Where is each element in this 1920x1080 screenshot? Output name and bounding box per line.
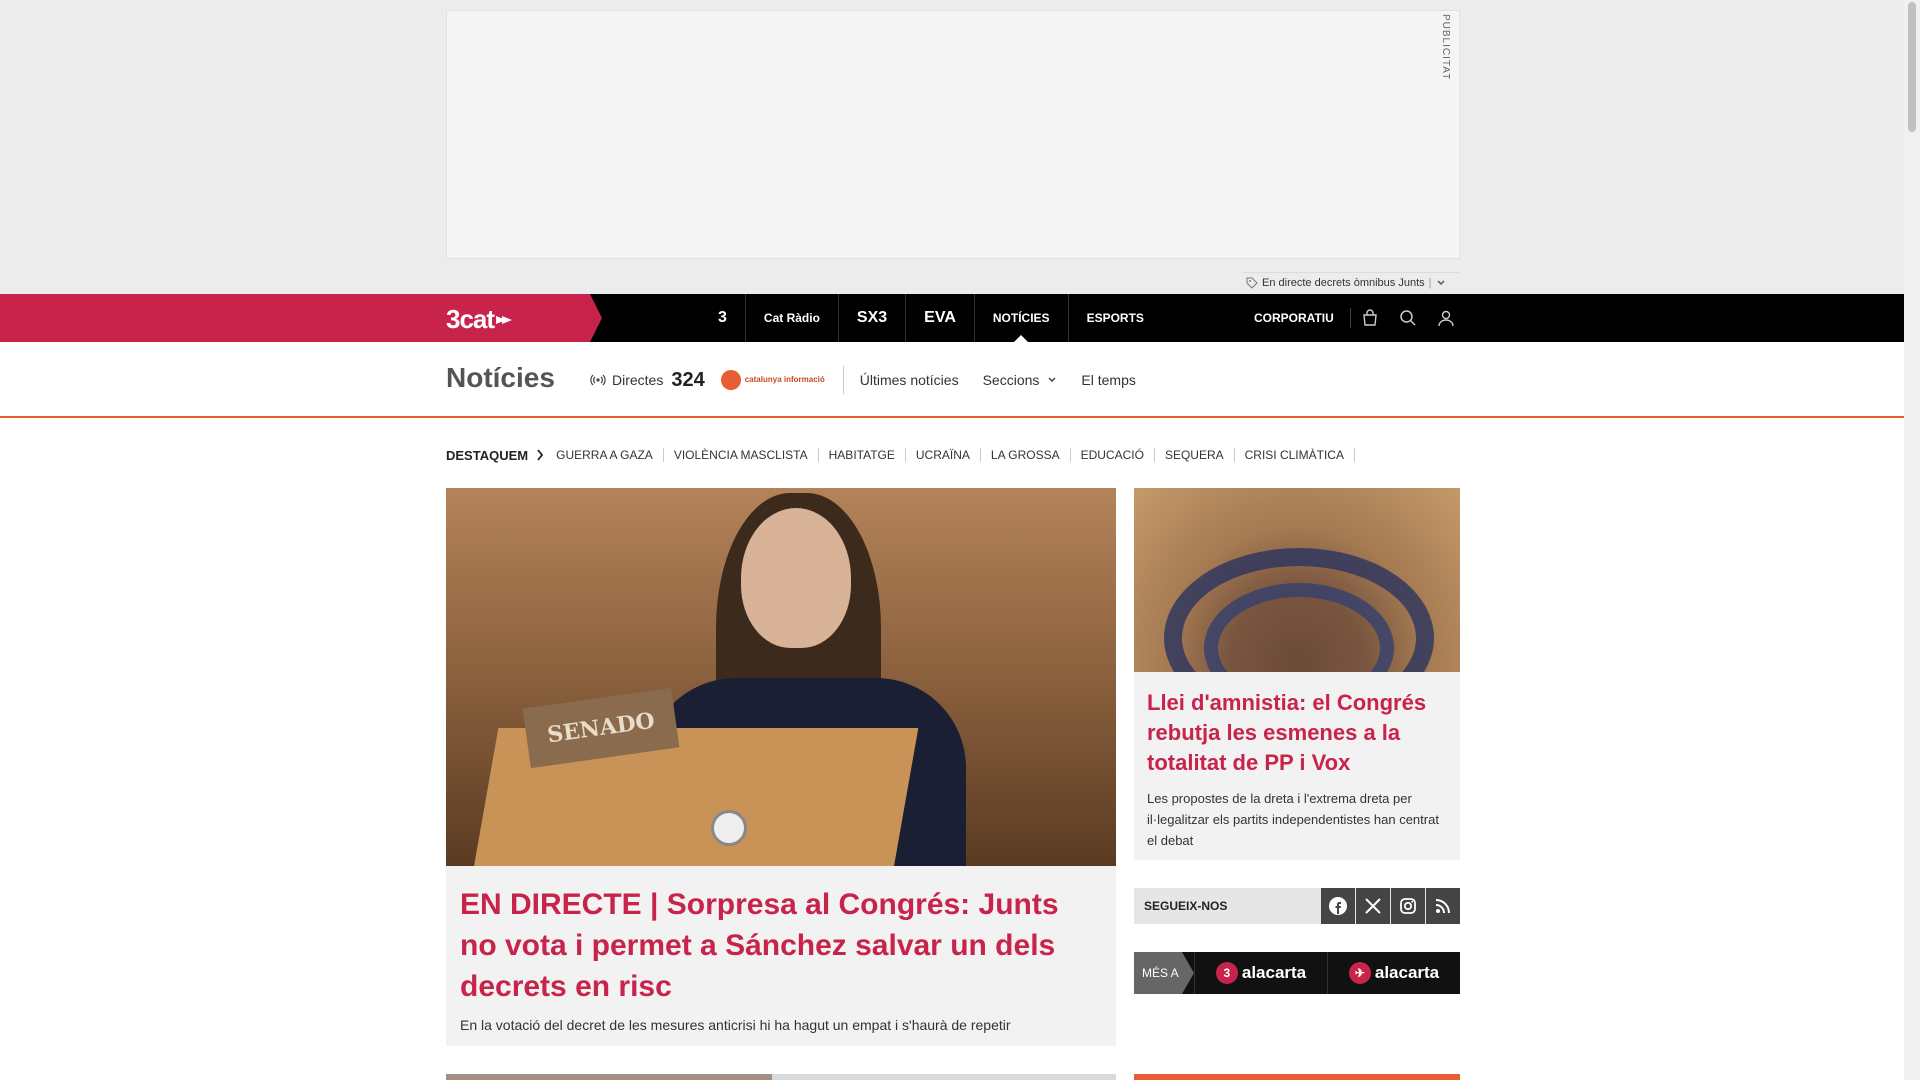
follow-us-label: SEGUEIX-NOS — [1144, 899, 1228, 913]
shop-icon[interactable] — [1351, 294, 1389, 342]
highlights-label[interactable]: DESTAQUEM — [446, 448, 544, 463]
channel-noticies[interactable]: NOTÍCIES — [975, 294, 1069, 342]
page-title[interactable]: Notícies — [446, 362, 555, 394]
latest-news-link[interactable]: Últimes notícies — [860, 372, 959, 388]
highlight-item[interactable]: GUERRA A GAZA — [556, 448, 664, 462]
highlights-title: DESTAQUEM — [446, 447, 529, 463]
brand-logo[interactable]: 3cat — [446, 304, 514, 335]
more-at-label: MÉS A — [1134, 952, 1194, 994]
main-article-headline[interactable]: EN DIRECTE | Sorpresa al Congrés: Junts … — [460, 884, 1102, 1007]
arrow-icon — [496, 315, 513, 324]
highlight-item[interactable]: SEQUERA — [1155, 448, 1235, 462]
corporate-link[interactable]: CORPORATIU — [1238, 308, 1351, 328]
main-article-image[interactable]: SENADO — [446, 488, 1116, 866]
directes-label: Directes — [612, 372, 664, 388]
highlight-item[interactable]: LA GROSSA — [981, 448, 1071, 462]
next-widget[interactable] — [1134, 1074, 1460, 1080]
chevron-down-icon — [1048, 377, 1056, 383]
broadcast-icon — [590, 374, 606, 386]
highlight-item[interactable]: EDUCACIÓ — [1071, 448, 1155, 462]
catradio-alacarta-label: alacarta — [1374, 963, 1440, 982]
catinfo-icon — [720, 370, 741, 390]
image-figure-face — [741, 508, 851, 648]
channel-esports-label: ESPORTS — [1086, 311, 1144, 325]
channel-catradio[interactable]: Cat Ràdio — [746, 294, 839, 342]
channel-eva[interactable]: EVA — [906, 294, 975, 342]
highlight-item[interactable]: CRISI CLIMÀTICA — [1235, 448, 1355, 462]
highlight-item[interactable]: VIOLÈNCIA MASCLISTA — [664, 448, 819, 462]
sections-dropdown[interactable]: Seccions — [983, 372, 1058, 388]
side-article-headline[interactable]: Llei d'amnistia: el Congrés rebutja les … — [1147, 688, 1447, 778]
highlights-bar: DESTAQUEM GUERRA A GAZA VIOLÈNCIA MASCLI… — [446, 444, 1355, 466]
top-navigation: 3cat 3 Cat Ràdio SX3 EVA NOTÍCIES ESPORT… — [0, 294, 1904, 342]
main-article-subtitle: En la votació del decret de les mesures … — [460, 1017, 1011, 1033]
tv3-badge: 3 — [1215, 962, 1238, 984]
side-article-card[interactable]: Llei d'amnistia: el Congrés rebutja les … — [1134, 488, 1460, 860]
instagram-icon[interactable] — [1391, 888, 1425, 924]
highlight-item[interactable]: HABITATGE — [819, 448, 906, 462]
scrollbar[interactable] — [1904, 0, 1920, 1080]
side-article-image[interactable] — [1134, 488, 1460, 672]
tv3-alacarta-label: alacarta — [1241, 963, 1307, 982]
channel-links: 3 Cat Ràdio SX3 EVA NOTÍCIES ESPORTS — [700, 294, 1162, 342]
channel-sx3-label: SX3 — [856, 309, 888, 326]
channel-noticies-label: NOTÍCIES — [992, 311, 1050, 325]
channel-tv3-label: 3 — [718, 309, 727, 326]
catinfo-label: catalunya informació — [744, 375, 825, 384]
live-ticker-text: En directe decrets òmnibus Junts — [1262, 276, 1425, 289]
facebook-icon[interactable] — [1321, 888, 1355, 924]
directes-link[interactable]: Directes — [590, 372, 663, 388]
next-article-image[interactable] — [772, 1074, 1116, 1080]
catinfo-logo[interactable]: catalunya informació — [720, 366, 844, 394]
tag-icon — [1246, 277, 1258, 289]
more-at-bar: MÉS A 3 alacarta ✈ alacarta — [1134, 952, 1460, 994]
section-links: Directes 324 catalunya informació Últime… — [590, 364, 1160, 396]
rss-icon[interactable] — [1426, 888, 1460, 924]
chevron-down-icon[interactable] — [1436, 278, 1446, 288]
x-icon[interactable] — [1356, 888, 1390, 924]
ad-band: PUBLICITAT En directe decrets òmnibus Ju… — [0, 0, 1904, 294]
search-icon[interactable] — [1389, 294, 1427, 342]
main-article-card[interactable]: SENADO EN DIRECTE | Sorpresa al Congrés:… — [446, 488, 1116, 1046]
live-ticker[interactable]: En directe decrets òmnibus Junts | — [1244, 272, 1460, 292]
scrollbar-thumb[interactable] — [1908, 2, 1916, 132]
latest-news-label: Últimes notícies — [859, 372, 959, 388]
catradio-badge: ✈ — [1348, 962, 1371, 984]
weather-link[interactable]: El temps — [1081, 372, 1135, 388]
chevron-right-icon — [537, 449, 544, 461]
highlight-item[interactable]: UCRAÏNA — [906, 448, 981, 462]
user-icon[interactable] — [1427, 294, 1465, 342]
next-article-image[interactable] — [446, 1074, 772, 1080]
channel-eva-label: EVA — [924, 309, 956, 326]
main-article-text: EN DIRECTE | Sorpresa al Congrés: Junts … — [446, 866, 1116, 1053]
advertisement[interactable] — [446, 10, 1460, 259]
channel-tv3[interactable]: 3 — [700, 294, 746, 342]
channel-catradio-label: Cat Ràdio — [763, 311, 820, 325]
channel-324-logo[interactable]: 324 — [671, 369, 704, 392]
ad-label: PUBLICITAT — [1440, 14, 1451, 81]
sections-label: Seccions — [982, 372, 1040, 388]
section-bar: Notícies Directes 324 catalunya informac… — [0, 342, 1904, 418]
side-article-subtitle: Les propostes de la dreta i l'extrema dr… — [1147, 791, 1439, 848]
weather-label: El temps — [1081, 372, 1136, 388]
brand-name: 3cat — [446, 304, 495, 334]
catradio-alacarta-link[interactable]: ✈ alacarta — [1327, 952, 1460, 994]
channel-324-label: 324 — [671, 368, 705, 391]
channel-sx3[interactable]: SX3 — [839, 294, 907, 342]
channel-esports[interactable]: ESPORTS — [1069, 294, 1162, 342]
microphone-icon — [711, 810, 747, 846]
live-ticker-separator: | — [1428, 276, 1432, 289]
tv3-alacarta-link[interactable]: 3 alacarta — [1194, 952, 1327, 994]
follow-us-bar: SEGUEIX-NOS — [1134, 888, 1460, 924]
side-article-text: Llei d'amnistia: el Congrés rebutja les … — [1134, 672, 1460, 867]
nav-right: CORPORATIU — [1238, 294, 1465, 342]
